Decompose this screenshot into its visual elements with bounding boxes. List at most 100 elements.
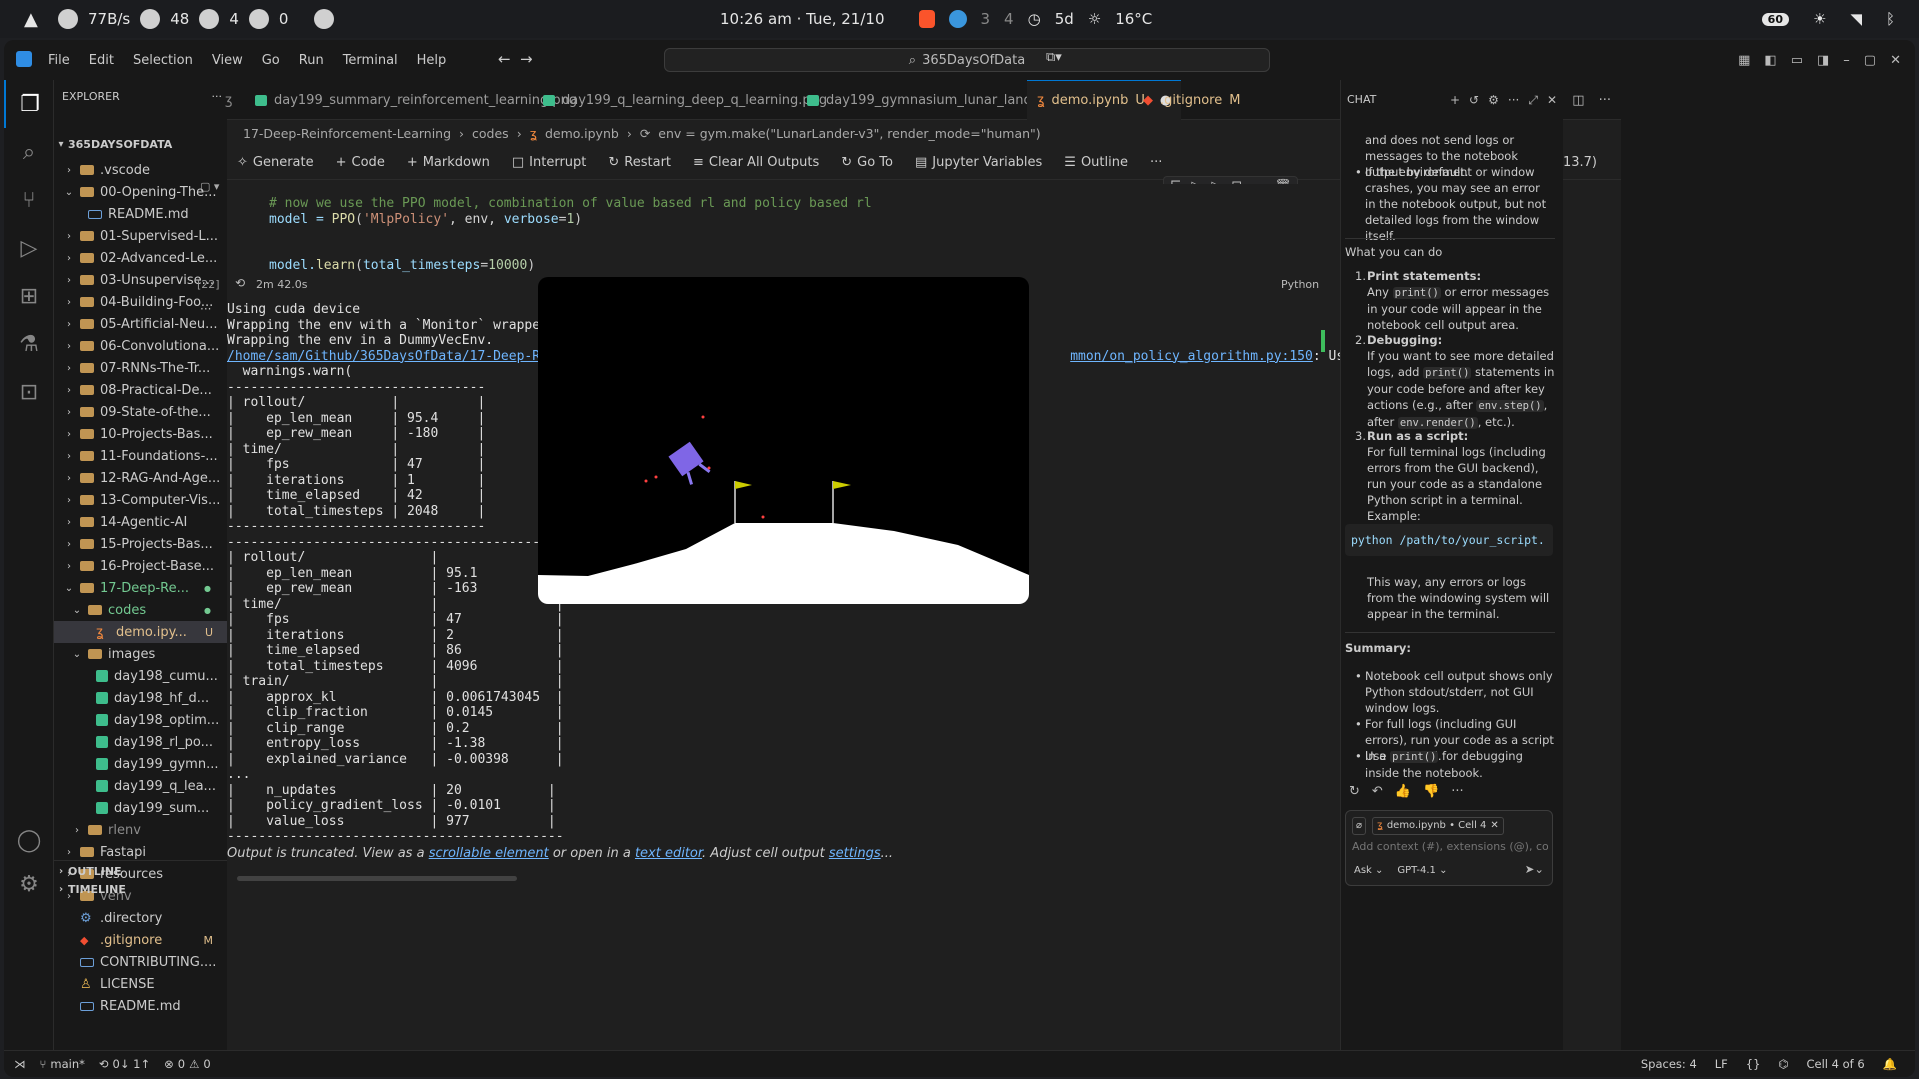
- tree-item[interactable]: README.md: [54, 203, 227, 225]
- menu-go[interactable]: Go: [262, 53, 280, 68]
- menu-view[interactable]: View: [212, 53, 243, 68]
- close-window-icon[interactable]: ✕: [1890, 53, 1901, 68]
- text-editor-link[interactable]: text editor: [635, 846, 702, 861]
- battery-badge[interactable]: 60: [1761, 12, 1789, 26]
- tree-item[interactable]: › 02-Advanced-Le...: [54, 247, 227, 269]
- customize-layout-icon[interactable]: ▦: [1738, 53, 1750, 68]
- interrupt-button[interactable]: □ Interrupt: [512, 155, 587, 170]
- toggle-secondary-sidebar-icon[interactable]: ◨: [1817, 53, 1829, 68]
- tree-item[interactable]: › 06-Convolutiona...: [54, 335, 227, 357]
- generate-button[interactable]: ✧ Generate: [237, 155, 314, 170]
- line-endings[interactable]: LF: [1715, 1057, 1728, 1071]
- tree-item[interactable]: › 01-Supervised-L...: [54, 225, 227, 247]
- tab-summary-png[interactable]: day199_summary_reinforcement_learning.pn…: [255, 80, 577, 120]
- tree-item[interactable]: day199_sum...: [54, 797, 227, 819]
- thumbs-down-icon[interactable]: 👎: [1423, 784, 1439, 800]
- tree-item[interactable]: › 16-Project-Base...: [54, 555, 227, 577]
- timeline-section[interactable]: › TIMELINE: [54, 878, 227, 900]
- wifi-icon[interactable]: ◥: [1850, 10, 1862, 28]
- tree-item[interactable]: ⌄ images: [54, 643, 227, 665]
- cell-language[interactable]: Python: [1281, 278, 1319, 291]
- more-icon[interactable]: ···: [1508, 92, 1519, 108]
- toggle-panel-icon[interactable]: ▭: [1791, 53, 1803, 68]
- tree-item[interactable]: ♙ LICENSE: [54, 973, 227, 995]
- menu-terminal[interactable]: Terminal: [343, 53, 398, 68]
- copilot-status-icon[interactable]: ⌬: [1778, 1057, 1788, 1071]
- bluetooth-icon[interactable]: ᛒ: [1886, 10, 1895, 28]
- toggle-sidebar-icon[interactable]: ◧: [1764, 53, 1776, 68]
- command-center[interactable]: ⌕ 365DaysOfData: [664, 48, 1270, 72]
- brightness-icon[interactable]: ☀: [1813, 10, 1826, 28]
- manage-gear-icon[interactable]: ⚙: [4, 860, 54, 908]
- send-icon[interactable]: ➤⌄: [1525, 861, 1544, 877]
- tree-item[interactable]: › 11-Foundations-...: [54, 445, 227, 467]
- clock[interactable]: 10:26 am · Tue, 21/10: [720, 10, 885, 28]
- workspace-root[interactable]: ▾ 365DAYSOFDATA: [54, 133, 227, 155]
- menu-edit[interactable]: Edit: [89, 53, 114, 68]
- tree-item[interactable]: › rlenv: [54, 819, 227, 841]
- remote-explorer-icon[interactable]: ⊡: [4, 368, 54, 416]
- workspace-4[interactable]: 4: [1004, 10, 1014, 28]
- arch-logo-icon[interactable]: ▲: [24, 9, 48, 30]
- testing-icon[interactable]: ⚗: [4, 320, 54, 368]
- add-markdown-button[interactable]: + Markdown: [407, 155, 490, 170]
- vscode-icon[interactable]: [948, 10, 967, 28]
- cell-collapse-icon[interactable]: ▢ ▾: [200, 180, 219, 193]
- tree-item[interactable]: CONTRIBUTING....: [54, 951, 227, 973]
- back-arrow-icon[interactable]: ←: [498, 50, 511, 68]
- tree-item[interactable]: › .vscode: [54, 159, 227, 181]
- more-icon[interactable]: ···: [1150, 155, 1162, 170]
- code-cell[interactable]: # now we use the PPO model, combination …: [247, 184, 1337, 290]
- outline-button[interactable]: ☰ Outline: [1064, 155, 1128, 170]
- more-actions-icon[interactable]: ···: [212, 90, 223, 103]
- retry-icon[interactable]: ↻: [1349, 784, 1360, 800]
- scrollable-element-link[interactable]: scrollable element: [429, 846, 549, 861]
- search-view-icon[interactable]: ⌕: [4, 128, 54, 176]
- jupyter-variables-button[interactable]: ▤ Jupyter Variables: [915, 155, 1042, 170]
- chat-input[interactable]: [1352, 837, 1548, 855]
- chat-code-block[interactable]: python /path/to/your_script.: [1345, 524, 1553, 556]
- context-chip[interactable]: ʓ demo.ipynb • Cell 4 ✕: [1372, 817, 1504, 835]
- tree-item[interactable]: ʓ demo.ipy... U: [54, 621, 227, 643]
- minimize-icon[interactable]: –: [1843, 53, 1850, 68]
- attach-icon[interactable]: ⌀: [1352, 817, 1367, 835]
- settings-link[interactable]: settings: [829, 846, 881, 861]
- tree-item[interactable]: day199_gymn...: [54, 753, 227, 775]
- tree-item[interactable]: day199_q_lea...: [54, 775, 227, 797]
- music-icon[interactable]: [314, 9, 335, 29]
- brave-icon[interactable]: [918, 10, 935, 28]
- tree-item[interactable]: › 15-Projects-Bas...: [54, 533, 227, 555]
- tree-item[interactable]: › 14-Agentic-AI: [54, 511, 227, 533]
- restart-button[interactable]: ↻ Restart: [608, 155, 671, 170]
- tree-item[interactable]: day198_cumu...: [54, 665, 227, 687]
- more-icon[interactable]: ···: [1451, 784, 1463, 800]
- source-control-icon[interactable]: ⑂: [4, 176, 54, 224]
- indentation[interactable]: Spaces: 4: [1641, 1057, 1697, 1071]
- extensions-icon[interactable]: ⊞: [4, 272, 54, 320]
- add-code-button[interactable]: + Code: [336, 155, 385, 170]
- tree-item[interactable]: README.md: [54, 995, 227, 1017]
- menu-file[interactable]: File: [48, 53, 70, 68]
- tree-item[interactable]: › 09-State-of-the...: [54, 401, 227, 423]
- thumbs-up-icon[interactable]: 👍: [1395, 784, 1411, 800]
- account-icon[interactable]: ◯: [4, 816, 54, 864]
- tree-item[interactable]: › 05-Artificial-Neu...: [54, 313, 227, 335]
- sync-indicator[interactable]: ⟲ 0↓ 1↑: [99, 1057, 150, 1071]
- problems-indicator[interactable]: ⊗ 0 ⚠ 0: [164, 1057, 211, 1071]
- branch-indicator[interactable]: ⑂ main*: [40, 1057, 85, 1071]
- breadcrumb-folder[interactable]: codes: [472, 126, 509, 141]
- tree-item[interactable]: ◆ .gitignore M: [54, 929, 227, 951]
- tree-item[interactable]: ⚙ .directory: [54, 907, 227, 929]
- menu-selection[interactable]: Selection: [133, 53, 193, 68]
- menu-run[interactable]: Run: [299, 53, 324, 68]
- workspace-3[interactable]: 3: [981, 10, 991, 28]
- tree-item[interactable]: ⌄ 17-Deep-Re... ●: [54, 577, 227, 599]
- remove-context-icon[interactable]: ✕: [1490, 818, 1498, 834]
- maximize-panel-icon[interactable]: ⤢: [1528, 92, 1538, 108]
- notifications-icon[interactable]: 🔔: [1883, 1057, 1897, 1071]
- chat-settings-icon[interactable]: ⚙: [1488, 92, 1499, 108]
- remote-icon[interactable]: ⋊: [14, 1057, 26, 1071]
- horizontal-scrollbar[interactable]: [237, 876, 517, 881]
- tree-item[interactable]: › 10-Projects-Bas...: [54, 423, 227, 445]
- cell-position[interactable]: Cell 4 of 6: [1806, 1057, 1864, 1071]
